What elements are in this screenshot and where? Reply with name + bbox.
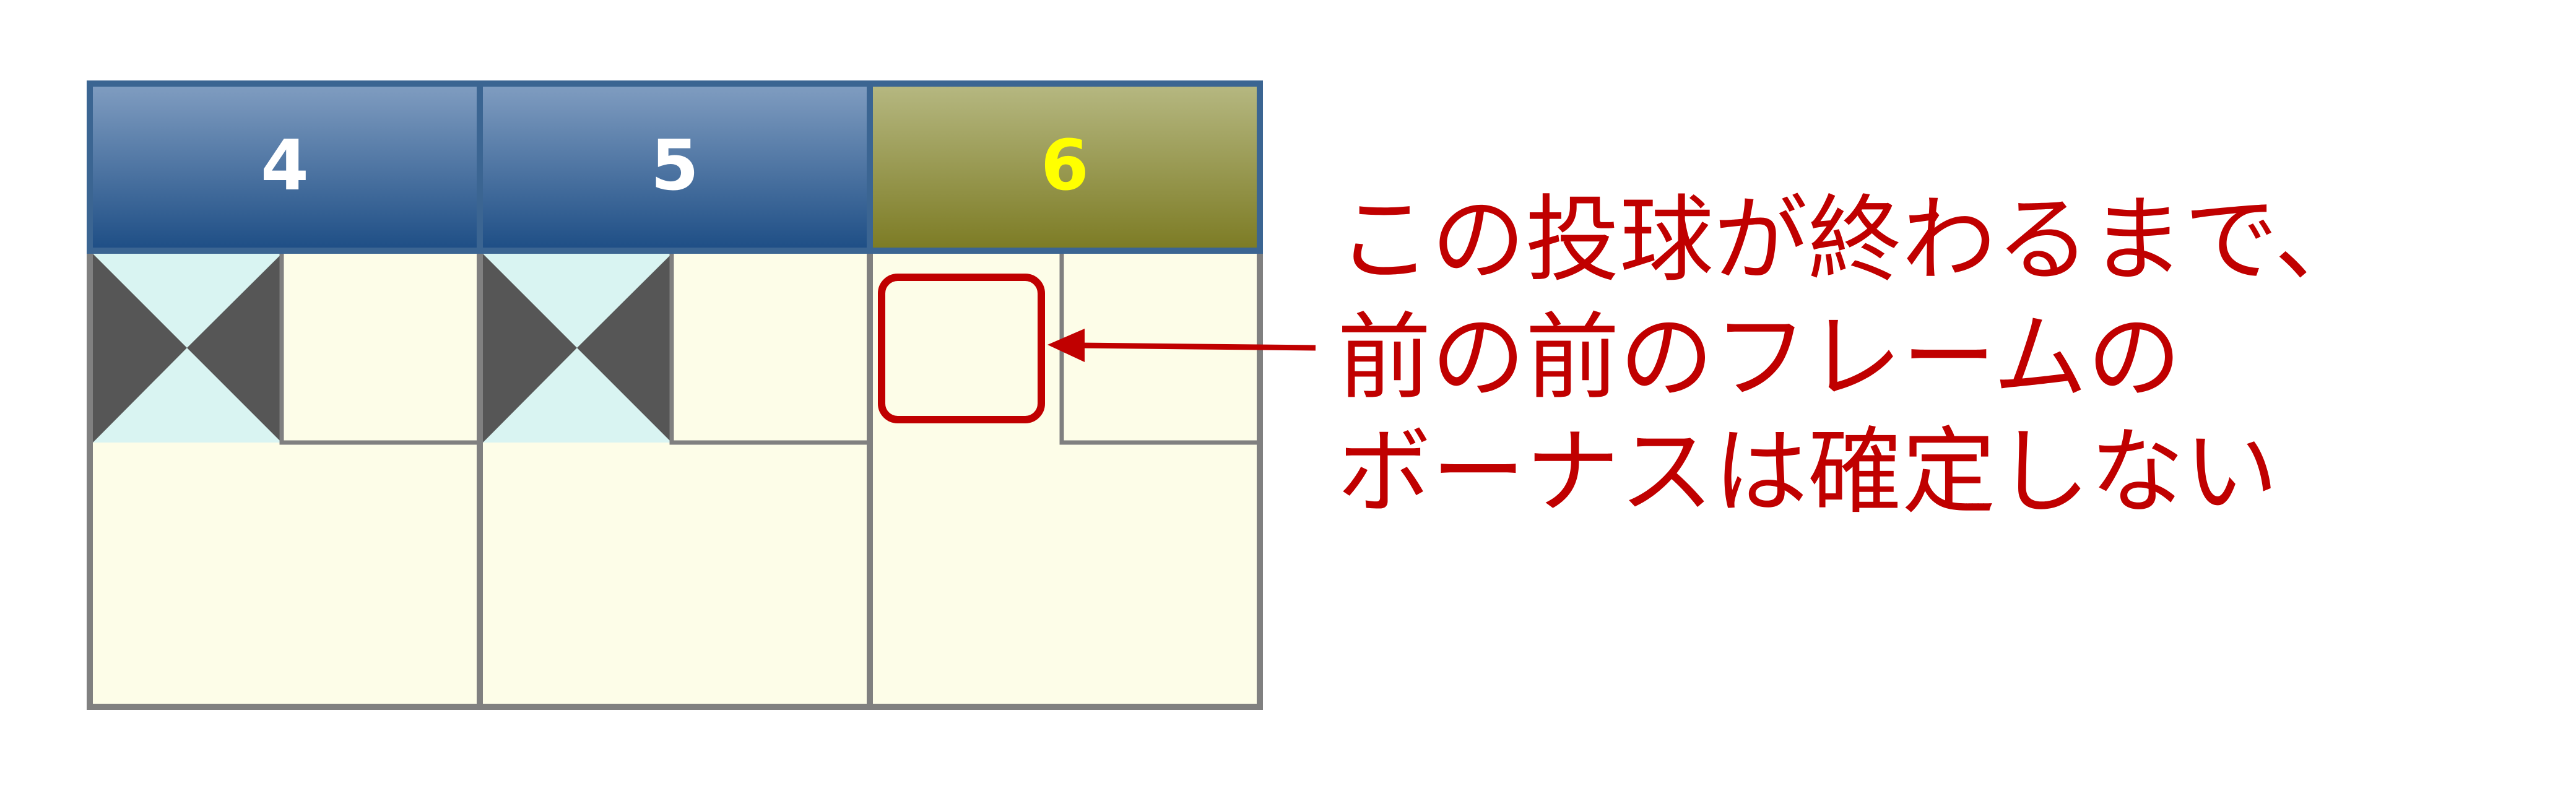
- frame-number: 5: [651, 126, 699, 206]
- annotation-line-2: 前の前のフレームの: [1337, 303, 2181, 412]
- frame-number-current: 6: [1041, 126, 1089, 206]
- strike-mark-icon: [483, 254, 672, 443]
- bowling-bonus-diagram: 4 5 6 この投球が終わるまで、 前の前のフレームの ボーナスは確定しない: [87, 80, 2369, 710]
- annotation-line-3: ボーナスは確定しない: [1337, 417, 2278, 527]
- frame-number: 4: [261, 126, 309, 206]
- frame-4: 4: [93, 87, 477, 706]
- annotation-line-1: この投球が終わるまで、: [1337, 185, 2369, 295]
- annotation-text: この投球が終わるまで、 前の前のフレームの ボーナスは確定しない: [1337, 185, 2369, 527]
- frame-body: [873, 254, 1257, 706]
- arrow-shaft: [1077, 342, 1316, 351]
- frame-5: 5: [483, 87, 867, 706]
- strike-mark-icon: [93, 254, 282, 443]
- frame-6: 6: [873, 87, 1257, 706]
